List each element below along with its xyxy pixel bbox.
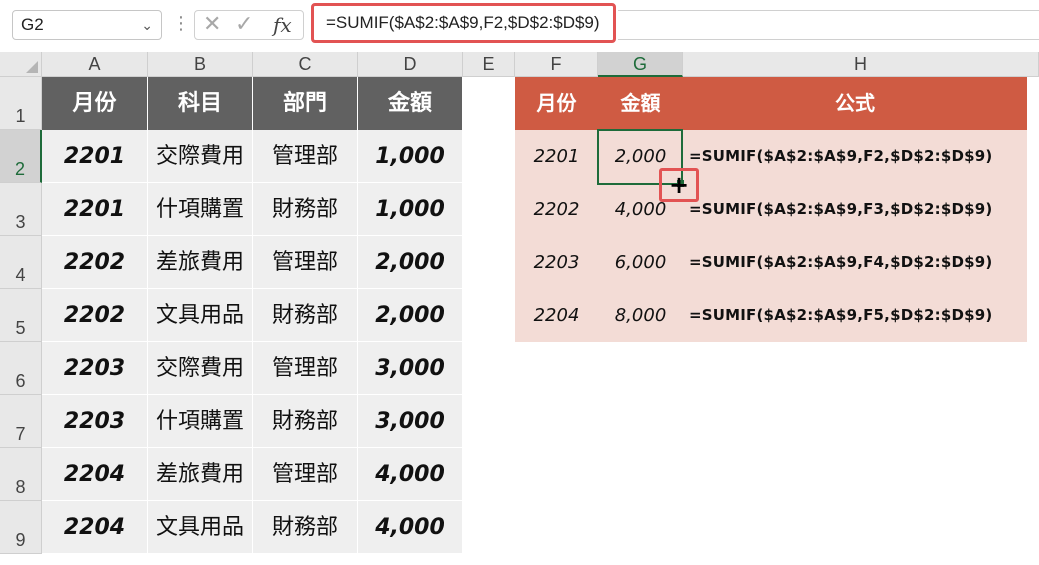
left-table-cell[interactable]: 4,000 <box>358 501 463 554</box>
left-table-cell[interactable]: 管理部 <box>253 448 358 501</box>
name-box-value: G2 <box>21 15 44 34</box>
right-table-cell[interactable]: 2204 <box>515 289 598 342</box>
left-table-cell[interactable]: 1,000 <box>358 183 463 236</box>
left-table-cell[interactable]: 1,000 <box>358 130 463 183</box>
left-table-cell[interactable]: 2201 <box>42 183 148 236</box>
right-table-cell[interactable]: 6,000 <box>598 236 683 289</box>
cancel-icon[interactable]: ✕ <box>203 13 221 37</box>
row-header-6[interactable]: 6 <box>0 342 42 395</box>
row-number: 1 <box>15 106 26 126</box>
left-header-cell[interactable]: 金額 <box>358 77 463 130</box>
row-header-1[interactable]: 1 <box>0 77 42 130</box>
formula-text-cell[interactable]: =SUMIF($A$2:$A$9,F4,$D$2:$D$9) <box>683 236 1027 289</box>
row-number: 7 <box>15 424 26 444</box>
row-header-8[interactable]: 8 <box>0 448 42 501</box>
right-table-cell[interactable]: 2203 <box>515 236 598 289</box>
more-options-icon[interactable]: ⋮ <box>172 12 190 36</box>
left-header-cell[interactable]: 科目 <box>148 77 253 130</box>
left-table-cell[interactable]: 文具用品 <box>148 501 253 554</box>
left-table-cell[interactable]: 財務部 <box>253 183 358 236</box>
left-header-cell[interactable]: 月份 <box>42 77 148 130</box>
left-table-cell[interactable]: 財務部 <box>253 501 358 554</box>
row-header-7[interactable]: 7 <box>0 395 42 448</box>
row-number: 8 <box>15 477 26 497</box>
column-header-b[interactable]: B <box>148 52 253 77</box>
insert-function-icon[interactable]: fx <box>273 13 292 37</box>
row-header-4[interactable]: 4 <box>0 236 42 289</box>
column-header-g[interactable]: G <box>598 52 683 77</box>
row-number: 6 <box>15 371 26 391</box>
left-table-cell[interactable]: 財務部 <box>253 289 358 342</box>
left-table-cell[interactable]: 什項購置 <box>148 395 253 448</box>
row-number: 3 <box>15 212 26 232</box>
left-table-cell[interactable]: 2201 <box>42 130 148 183</box>
formula-buttons: ✕ ✓ fx <box>194 10 304 40</box>
left-table-cell[interactable]: 3,000 <box>358 395 463 448</box>
left-table-cell[interactable]: 2203 <box>42 395 148 448</box>
row-number: 2 <box>14 159 25 179</box>
left-table-cell[interactable]: 管理部 <box>253 130 358 183</box>
left-table-cell[interactable]: 2,000 <box>358 289 463 342</box>
left-table-cell[interactable]: 3,000 <box>358 342 463 395</box>
left-table-cell[interactable]: 管理部 <box>253 236 358 289</box>
column-header-c[interactable]: C <box>253 52 358 77</box>
row-header-2[interactable]: 2 <box>0 130 42 183</box>
left-table-cell[interactable]: 交際費用 <box>148 130 253 183</box>
select-all-button[interactable] <box>0 52 42 77</box>
left-table-cell[interactable]: 2,000 <box>358 236 463 289</box>
column-header-d[interactable]: D <box>358 52 463 77</box>
left-table-cell[interactable]: 2204 <box>42 501 148 554</box>
right-header-cell[interactable]: 公式 <box>683 77 1027 130</box>
right-header-cell[interactable]: 金額 <box>598 77 683 130</box>
column-header-a[interactable]: A <box>42 52 148 77</box>
column-header-h[interactable]: H <box>683 52 1039 77</box>
fill-cross-cursor-icon: + <box>669 171 690 199</box>
formula-text-cell[interactable]: =SUMIF($A$2:$A$9,F3,$D$2:$D$9) <box>683 183 1027 236</box>
row-header-5[interactable]: 5 <box>0 289 42 342</box>
formula-bar: G2 ⌄ ⋮ ✕ ✓ fx =SUMIF($A$2:$A$9,F2,$D$2:$… <box>0 0 1039 50</box>
formula-bar-track[interactable] <box>618 10 1039 40</box>
left-table-cell[interactable]: 什項購置 <box>148 183 253 236</box>
right-table-cell[interactable]: 2202 <box>515 183 598 236</box>
column-header-f[interactable]: F <box>515 52 598 77</box>
left-table-cell[interactable]: 交際費用 <box>148 342 253 395</box>
row-number: 9 <box>15 530 26 550</box>
row-header-9[interactable]: 9 <box>0 501 42 554</box>
row-number: 5 <box>15 318 26 338</box>
right-table-cell[interactable]: 2201 <box>515 130 598 183</box>
formula-text-cell[interactable]: =SUMIF($A$2:$A$9,F2,$D$2:$D$9) <box>683 130 1027 183</box>
formula-input[interactable]: =SUMIF($A$2:$A$9,F2,$D$2:$D$9) <box>311 3 616 43</box>
left-table-cell[interactable]: 2204 <box>42 448 148 501</box>
left-table-cell[interactable]: 文具用品 <box>148 289 253 342</box>
column-header-e[interactable]: E <box>463 52 515 77</box>
right-header-cell[interactable]: 月份 <box>515 77 598 130</box>
left-header-cell[interactable]: 部門 <box>253 77 358 130</box>
left-table-cell[interactable]: 財務部 <box>253 395 358 448</box>
formula-text-cell[interactable]: =SUMIF($A$2:$A$9,F5,$D$2:$D$9) <box>683 289 1027 342</box>
left-table-cell[interactable]: 管理部 <box>253 342 358 395</box>
enter-icon[interactable]: ✓ <box>235 13 253 37</box>
left-table-cell[interactable]: 4,000 <box>358 448 463 501</box>
right-table-cell[interactable]: 8,000 <box>598 289 683 342</box>
left-table-cell[interactable]: 2202 <box>42 236 148 289</box>
left-table-cell[interactable]: 差旅費用 <box>148 236 253 289</box>
chevron-down-icon[interactable]: ⌄ <box>141 11 153 39</box>
left-table-cell[interactable]: 差旅費用 <box>148 448 253 501</box>
row-number: 4 <box>15 265 26 285</box>
left-table-cell[interactable]: 2202 <box>42 289 148 342</box>
left-table-cell[interactable]: 2203 <box>42 342 148 395</box>
name-box[interactable]: G2 ⌄ <box>12 10 162 40</box>
row-header-3[interactable]: 3 <box>0 183 42 236</box>
